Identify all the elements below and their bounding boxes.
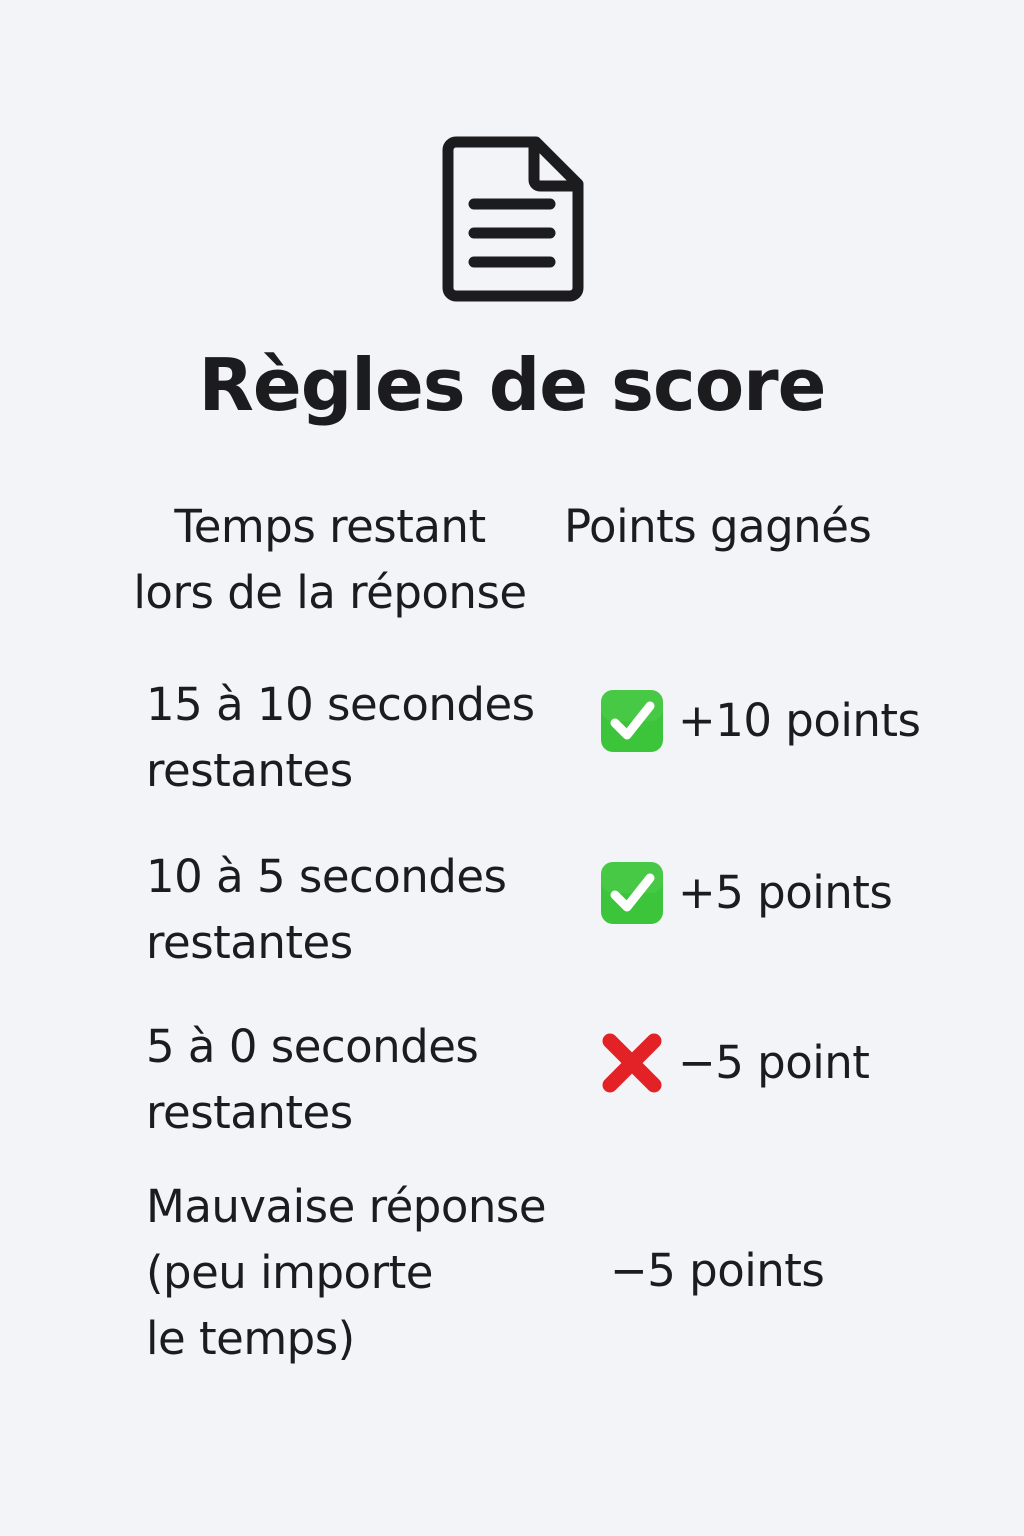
check-mark-icon [601,690,663,752]
rule-points-value: +10 points [678,694,921,747]
rule-label: Mauvaise réponse (peu importe le temps) [146,1180,547,1365]
document-icon [442,136,584,302]
rule-points-value: −5 points [610,1244,825,1297]
header-time-remaining: Temps restant lors de la réponse [133,500,527,619]
page-title: Règles de score [198,343,826,427]
rule-label: 5 à 0 secondes restantes [146,1020,479,1139]
cross-mark-icon [602,1033,662,1093]
rule-label: 15 à 10 secondes restantes [146,678,535,797]
rule-label: 10 à 5 secondes restantes [146,850,507,969]
check-mark-icon [601,862,663,924]
rule-points: −5 points [610,1238,825,1304]
rule-points: +5 points [600,860,893,926]
header-points-earned: Points gagnés [564,500,872,553]
rule-points: −5 point [600,1030,870,1096]
rule-points: +10 points [600,688,921,754]
rule-points-value: −5 point [678,1036,870,1089]
rule-points-value: +5 points [678,866,893,919]
